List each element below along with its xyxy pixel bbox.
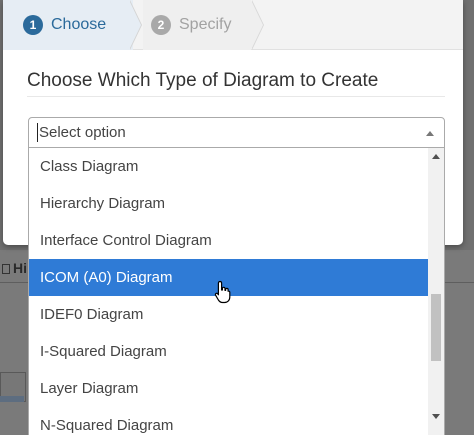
step-arrow-icon xyxy=(251,0,263,50)
step-label: Specify xyxy=(179,16,232,33)
step-number-badge: 1 xyxy=(23,15,43,35)
hand-pointer-icon xyxy=(214,280,231,304)
title-divider xyxy=(27,96,445,97)
step-arrow-icon xyxy=(129,0,141,50)
step-number-badge: 2 xyxy=(151,15,171,35)
dropdown-option[interactable]: Interface Control Diagram xyxy=(29,222,429,259)
wizard-step-choose[interactable]: 1 Choose xyxy=(3,0,133,50)
dropdown-option[interactable]: Class Diagram xyxy=(29,148,429,185)
scroll-up-arrow-icon[interactable] xyxy=(432,154,440,159)
text-caret xyxy=(37,123,38,142)
diagram-type-dropdown: Class Diagram Hierarchy Diagram Interfac… xyxy=(28,148,445,435)
caret-up-icon xyxy=(426,131,434,136)
step-label: Choose xyxy=(51,16,107,33)
wizard-steps: 1 Choose 2 Specify xyxy=(3,0,463,50)
select-placeholder: Select option xyxy=(39,124,126,141)
diagram-type-select[interactable]: Select option xyxy=(28,117,445,148)
background-doc-icon xyxy=(2,264,10,274)
scrollbar-thumb[interactable] xyxy=(431,294,441,361)
dropdown-option[interactable]: N-Squared Diagram xyxy=(29,407,429,435)
dropdown-option[interactable]: Hierarchy Diagram xyxy=(29,185,429,222)
wizard-step-specify[interactable]: 2 Specify xyxy=(143,0,251,50)
dropdown-option[interactable]: I-Squared Diagram xyxy=(29,333,429,370)
dropdown-scrollbar[interactable] xyxy=(428,148,444,435)
background-thumbnail-bar xyxy=(0,396,24,402)
scroll-down-arrow-icon[interactable] xyxy=(432,414,440,419)
background-heading: Hi xyxy=(2,260,27,276)
background-heading-text: Hi xyxy=(13,260,27,276)
dropdown-option[interactable]: Layer Diagram xyxy=(29,370,429,407)
modal-title: Choose Which Type of Diagram to Create xyxy=(27,70,379,91)
